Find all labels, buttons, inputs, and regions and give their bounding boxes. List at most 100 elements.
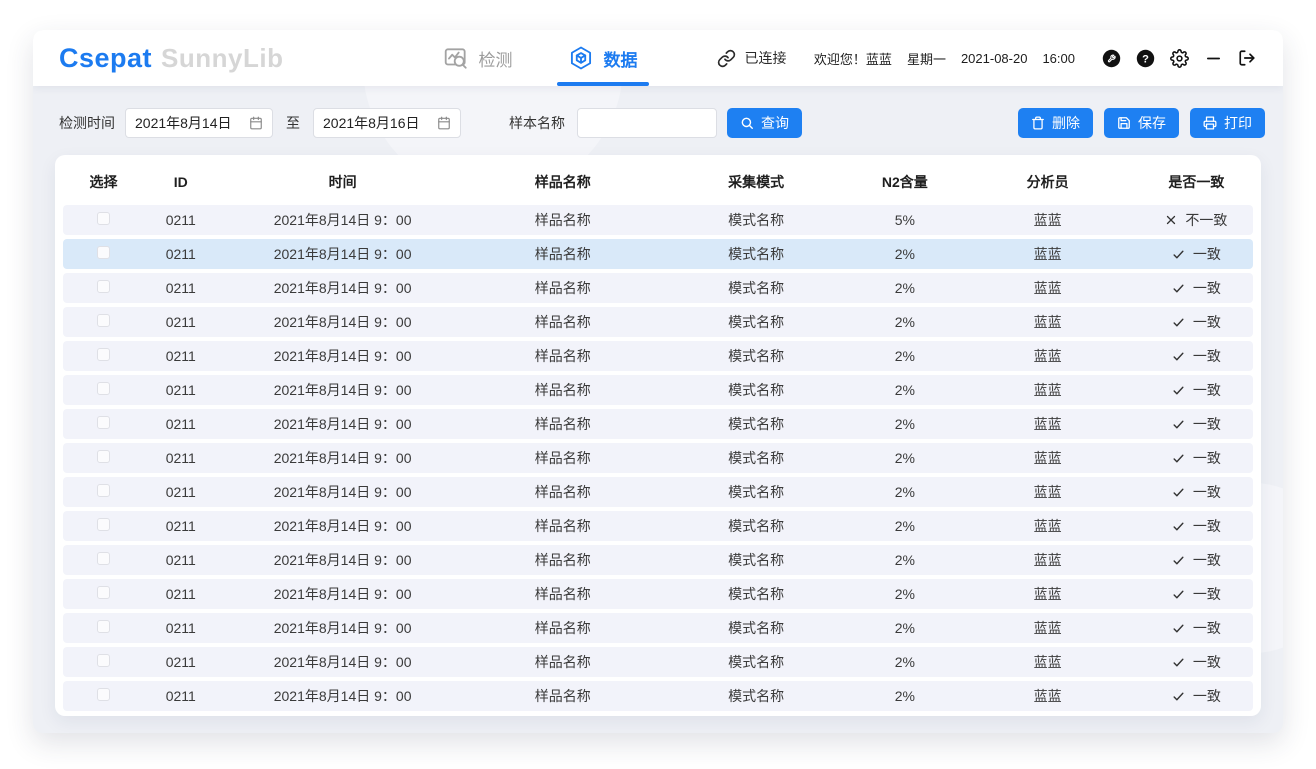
row-checkbox[interactable] [97,280,110,293]
row-id: 0211 [144,484,218,500]
query-button-label: 查询 [761,113,789,133]
print-button-label: 打印 [1224,113,1252,133]
connection-status[interactable]: 已连接 [717,48,786,68]
table-row[interactable]: 0211 2021年8月14日 9：00 样品名称 模式名称 2% 蓝蓝 一致 [63,409,1253,439]
table-row[interactable]: 0211 2021年8月14日 9：00 样品名称 模式名称 2% 蓝蓝 一致 [63,341,1253,371]
table-row[interactable]: 0211 2021年8月14日 9：00 样品名称 模式名称 2% 蓝蓝 一致 [63,239,1253,269]
tab-data[interactable]: 数据 [568,30,637,86]
row-checkbox[interactable] [97,620,110,633]
date-to-field[interactable]: 2021年8月16日 [313,108,461,138]
row-select-cell [63,620,144,636]
row-analyst: 蓝蓝 [955,652,1139,672]
row-checkbox[interactable] [97,314,110,327]
row-select-cell [63,246,144,262]
row-checkbox[interactable] [97,416,110,429]
table-header-row: 选择 ID 时间 样品名称 采集模式 N2含量 分析员 是否一致 [63,159,1253,205]
column-header-n2: N2含量 [854,172,955,192]
row-n2: 2% [854,382,955,398]
tab-detect-label: 检测 [478,46,512,71]
range-separator: 至 [286,113,300,133]
row-checkbox[interactable] [97,484,110,497]
row-sample: 样品名称 [468,618,658,638]
row-status-label: 一致 [1193,584,1221,604]
row-checkbox[interactable] [97,688,110,701]
row-id: 0211 [144,518,218,534]
row-time: 2021年8月14日 9：00 [218,380,468,400]
row-select-cell [63,382,144,398]
delete-button[interactable]: 删除 [1018,108,1093,138]
page: Csepat SunnyLib 检测 [0,0,1316,769]
row-checkbox[interactable] [97,246,110,259]
row-status-label: 一致 [1193,686,1221,706]
row-id: 0211 [144,212,218,228]
row-status-label: 一致 [1193,618,1221,638]
settings-gear-icon[interactable] [1169,48,1189,68]
row-n2: 2% [854,654,955,670]
help-icon[interactable]: ? [1135,48,1155,68]
table-row[interactable]: 0211 2021年8月14日 9：00 样品名称 模式名称 2% 蓝蓝 一致 [63,375,1253,405]
row-select-cell [63,518,144,534]
row-checkbox[interactable] [97,348,110,361]
query-button[interactable]: 查询 [727,108,802,138]
row-checkbox[interactable] [97,586,110,599]
row-analyst: 蓝蓝 [955,516,1139,536]
table-row[interactable]: 0211 2021年8月14日 9：00 样品名称 模式名称 2% 蓝蓝 一致 [63,443,1253,473]
x-icon [1165,214,1177,226]
row-id: 0211 [144,654,218,670]
row-status-cell: 一致 [1140,312,1253,332]
row-time: 2021年8月14日 9：00 [218,652,468,672]
row-analyst: 蓝蓝 [955,550,1139,570]
row-id: 0211 [144,382,218,398]
tab-detect[interactable]: 检测 [443,30,512,86]
row-checkbox[interactable] [97,518,110,531]
logout-icon[interactable] [1237,48,1257,68]
row-status-label: 一致 [1193,278,1221,298]
row-checkbox[interactable] [97,450,110,463]
table-row[interactable]: 0211 2021年8月14日 9：00 样品名称 模式名称 2% 蓝蓝 一致 [63,613,1253,643]
row-mode: 模式名称 [658,618,854,638]
table-row[interactable]: 0211 2021年8月14日 9：00 样品名称 模式名称 5% 蓝蓝 不一致 [63,205,1253,235]
table-row[interactable]: 0211 2021年8月14日 9：00 样品名称 模式名称 2% 蓝蓝 一致 [63,477,1253,507]
table-row[interactable]: 0211 2021年8月14日 9：00 样品名称 模式名称 2% 蓝蓝 一致 [63,307,1253,337]
row-status-label: 一致 [1193,312,1221,332]
row-time: 2021年8月14日 9：00 [218,516,468,536]
date-from-field[interactable]: 2021年8月14日 [125,108,273,138]
row-checkbox[interactable] [97,552,110,565]
sample-name-input[interactable] [577,108,717,138]
row-id: 0211 [144,314,218,330]
row-select-cell [63,280,144,296]
row-sample: 样品名称 [468,482,658,502]
print-button[interactable]: 打印 [1190,108,1265,138]
row-checkbox[interactable] [97,654,110,667]
row-mode: 模式名称 [658,516,854,536]
row-n2: 2% [854,620,955,636]
check-icon [1172,248,1185,261]
row-time: 2021年8月14日 9：00 [218,686,468,706]
row-checkbox[interactable] [97,382,110,395]
table-row[interactable]: 0211 2021年8月14日 9：00 样品名称 模式名称 2% 蓝蓝 一致 [63,545,1253,575]
tab-data-label: 数据 [603,46,637,71]
row-mode: 模式名称 [658,312,854,332]
table-row[interactable]: 0211 2021年8月14日 9：00 样品名称 模式名称 2% 蓝蓝 一致 [63,511,1253,541]
row-status-cell: 一致 [1140,482,1253,502]
table-row[interactable]: 0211 2021年8月14日 9：00 样品名称 模式名称 2% 蓝蓝 一致 [63,579,1253,609]
search-icon [740,116,754,130]
row-id: 0211 [144,688,218,704]
row-time: 2021年8月14日 9：00 [218,584,468,604]
date-text: 2021-08-20 [961,51,1028,66]
row-status-cell: 一致 [1140,516,1253,536]
row-status-cell: 一致 [1140,618,1253,638]
connection-label: 已连接 [744,48,786,68]
minimize-icon[interactable] [1203,48,1223,68]
tool-icon[interactable] [1101,48,1121,68]
row-id: 0211 [144,552,218,568]
row-mode: 模式名称 [658,380,854,400]
table-row[interactable]: 0211 2021年8月14日 9：00 样品名称 模式名称 2% 蓝蓝 一致 [63,273,1253,303]
save-button[interactable]: 保存 [1104,108,1179,138]
table-row[interactable]: 0211 2021年8月14日 9：00 样品名称 模式名称 2% 蓝蓝 一致 [63,647,1253,677]
table-row[interactable]: 0211 2021年8月14日 9：00 样品名称 模式名称 2% 蓝蓝 一致 [63,681,1253,711]
row-checkbox[interactable] [97,212,110,225]
row-status-cell: 不一致 [1140,210,1253,230]
column-header-id: ID [144,174,218,190]
row-status-label: 一致 [1193,448,1221,468]
